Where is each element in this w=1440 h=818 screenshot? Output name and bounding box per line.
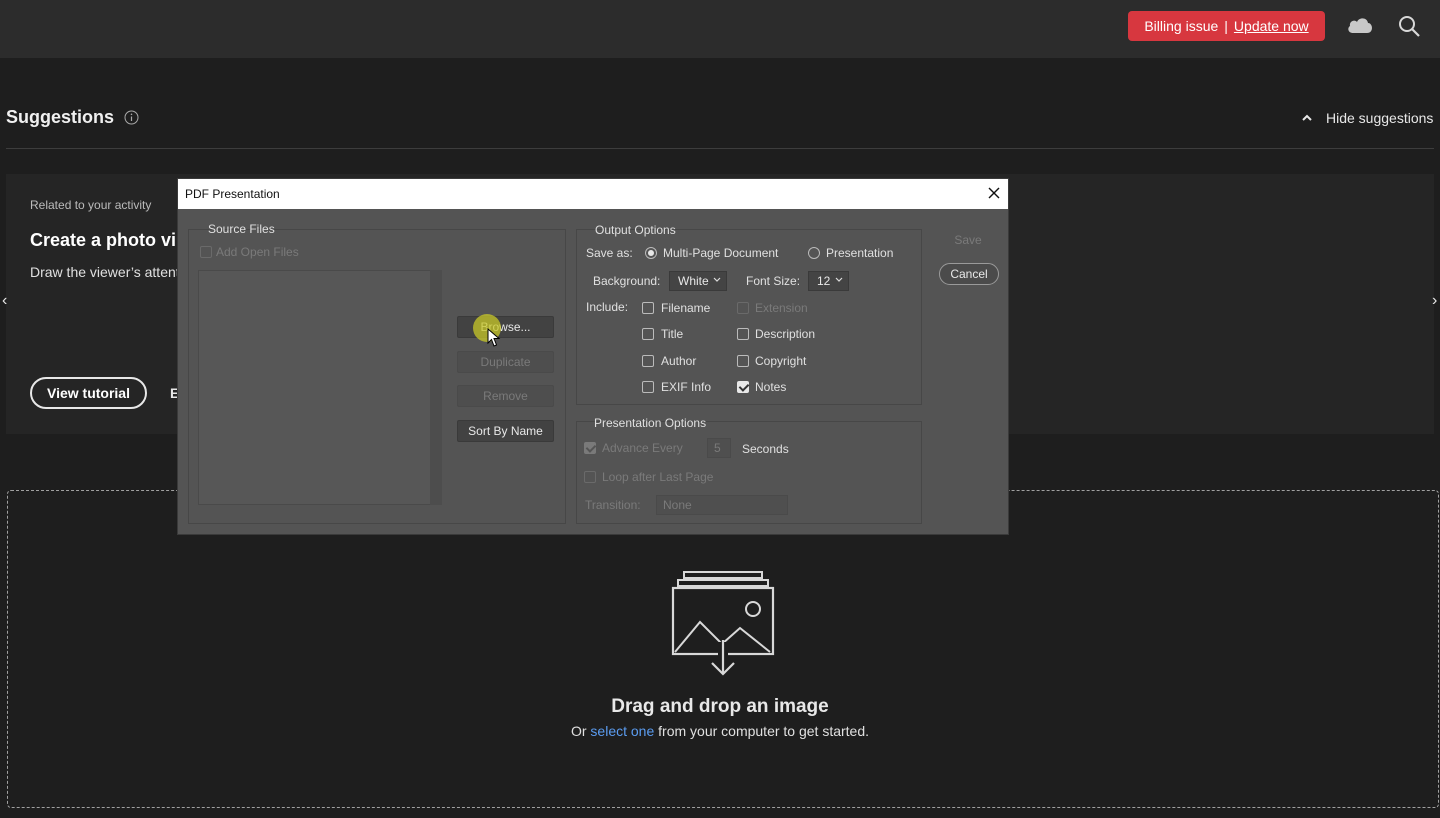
source-files-scrollbar[interactable]	[430, 270, 442, 505]
close-icon[interactable]	[986, 185, 1002, 201]
top-bar: Billing issue | Update now	[0, 0, 1440, 58]
card-title: Create a photo vi	[30, 230, 177, 250]
notes-label: Notes	[755, 380, 787, 394]
presentation-radio[interactable]	[808, 247, 820, 259]
suggestions-title: Suggestions	[6, 107, 115, 127]
background-label: Background:	[593, 274, 661, 288]
browse-button[interactable]: Browse...	[457, 316, 554, 338]
duplicate-button[interactable]: Duplicate	[457, 351, 554, 373]
card-description: Draw the viewer’s attent	[30, 264, 178, 280]
drop-zone-title: Drag and drop an image	[611, 696, 829, 717]
select-one-link[interactable]: select one	[590, 723, 654, 739]
notes-checkbox[interactable]	[737, 381, 749, 393]
multi-page-radio[interactable]	[645, 247, 657, 259]
sort-by-name-button[interactable]: Sort By Name	[457, 420, 554, 442]
font-size-label: Font Size:	[746, 274, 801, 288]
divider	[6, 148, 1434, 149]
dialog-body: Source Files Add Open Files Browse... Du…	[178, 209, 1008, 534]
transition-select[interactable]: None	[656, 495, 788, 515]
billing-separator: |	[1224, 18, 1228, 34]
drop-zone-subtitle: Or select one from your computer to get …	[0, 723, 1440, 739]
cloud-icon[interactable]	[1346, 14, 1374, 36]
include-label: Include:	[586, 300, 629, 314]
copyright-label: Copyright	[755, 354, 807, 368]
background-value: White	[678, 274, 709, 288]
advance-every-label: Advance Every	[602, 441, 683, 455]
filename-label: Filename	[661, 301, 711, 315]
loop-label: Loop after Last Page	[602, 470, 714, 484]
seconds-label: Seconds	[742, 442, 789, 456]
filename-checkbox[interactable]	[642, 302, 654, 314]
chevron-up-icon	[1302, 114, 1312, 121]
pdf-presentation-dialog: PDF Presentation Source Files Add Open F…	[177, 178, 1009, 535]
card-related-label: Related to your activity	[30, 198, 152, 212]
cursor-arrow-icon	[487, 328, 501, 347]
source-files-list[interactable]	[198, 270, 431, 505]
save-as-label: Save as:	[586, 246, 633, 260]
drop-sub-prefix: Or	[570, 723, 587, 739]
save-button[interactable]: Save	[938, 229, 998, 251]
billing-issue-banner: Billing issue | Update now	[1128, 11, 1325, 41]
remove-button[interactable]: Remove	[457, 385, 554, 407]
search-icon[interactable]	[1397, 14, 1421, 38]
hide-suggestions-button[interactable]: Hide suggestions	[1300, 110, 1433, 126]
output-options-label: Output Options	[595, 223, 676, 237]
chevron-down-icon	[713, 277, 721, 282]
exif-info-checkbox[interactable]	[642, 381, 654, 393]
presentation-label: Presentation	[826, 246, 894, 260]
add-open-files-checkbox[interactable]	[200, 246, 212, 258]
title-checkbox[interactable]	[642, 328, 654, 340]
background-select[interactable]: White	[669, 271, 727, 291]
advance-every-checkbox[interactable]	[584, 442, 596, 454]
image-upload-icon	[671, 571, 775, 676]
description-label: Description	[755, 327, 816, 341]
extension-checkbox[interactable]	[737, 302, 749, 314]
hide-suggestions-label: Hide suggestions	[1326, 110, 1434, 126]
view-tutorial-button[interactable]: View tutorial	[30, 377, 147, 409]
font-size-select[interactable]: 12	[808, 271, 849, 291]
update-now-link[interactable]: Update now	[1234, 18, 1309, 34]
dialog-title: PDF Presentation	[185, 187, 280, 201]
dialog-titlebar[interactable]: PDF Presentation	[178, 179, 1008, 209]
source-files-label: Source Files	[208, 222, 275, 236]
description-checkbox[interactable]	[737, 328, 749, 340]
carousel-prev-icon[interactable]: ‹	[2, 292, 7, 310]
exif-info-label: EXIF Info	[661, 380, 712, 394]
transition-label: Transition:	[585, 498, 641, 512]
extension-label: Extension	[755, 301, 808, 315]
cancel-button[interactable]: Cancel	[939, 263, 999, 285]
title-label: Title	[661, 327, 684, 341]
carousel-next-icon[interactable]: ›	[1432, 292, 1437, 310]
info-icon[interactable]	[124, 110, 139, 125]
billing-issue-text: Billing issue	[1144, 18, 1219, 34]
seconds-input[interactable]: 5	[707, 438, 731, 458]
font-size-value: 12	[817, 274, 831, 288]
copyright-checkbox[interactable]	[737, 355, 749, 367]
author-checkbox[interactable]	[642, 355, 654, 367]
chevron-down-icon	[835, 277, 843, 282]
author-label: Author	[661, 354, 697, 368]
presentation-options-label: Presentation Options	[594, 416, 707, 430]
multi-page-label: Multi-Page Document	[663, 246, 779, 260]
add-open-files-label: Add Open Files	[216, 245, 299, 259]
loop-checkbox[interactable]	[584, 471, 596, 483]
drop-sub-suffix: from your computer to get started.	[658, 723, 870, 739]
